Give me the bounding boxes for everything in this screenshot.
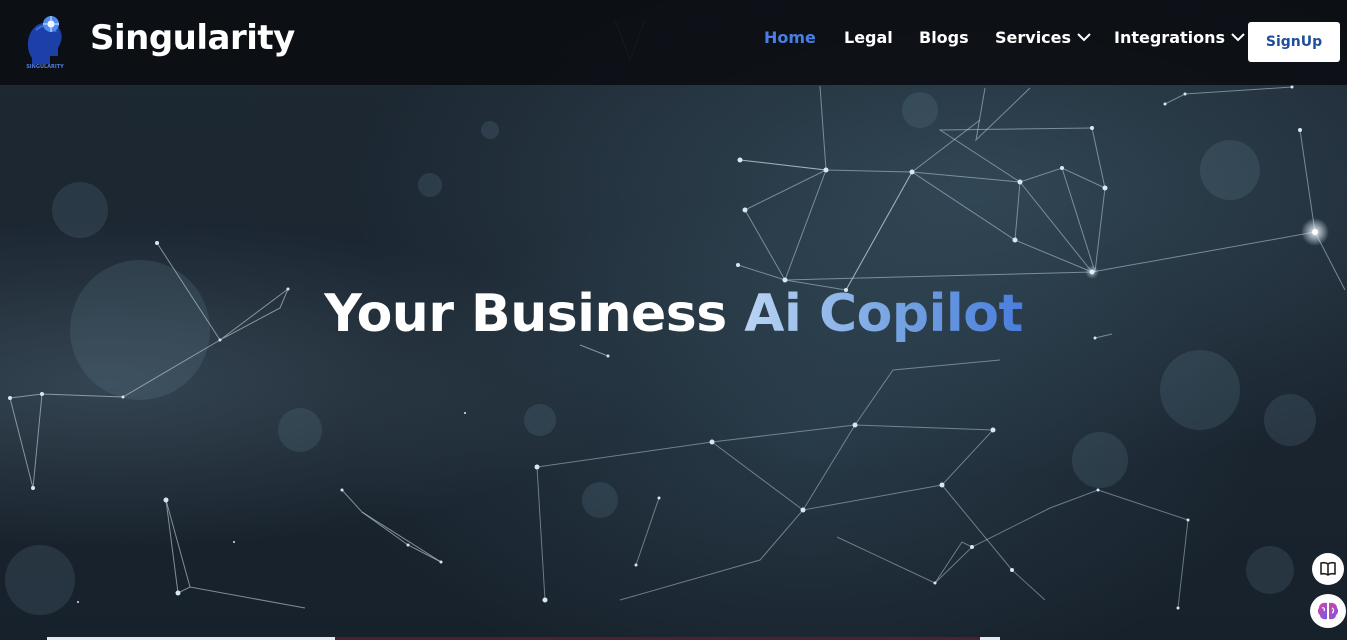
nav-item-services[interactable]: Services — [995, 26, 1091, 48]
brand-name[interactable]: Singularity — [90, 18, 295, 58]
chevron-down-icon — [1077, 33, 1091, 42]
nav-item-label: Integrations — [1114, 27, 1226, 47]
nav-item-label: Home — [764, 27, 816, 47]
ai-assistant-button[interactable] — [1310, 594, 1346, 628]
nav-item-integrations[interactable]: Integrations — [1114, 26, 1245, 48]
book-icon — [1320, 561, 1336, 576]
nav-item-home[interactable]: Home — [764, 26, 816, 48]
book-button[interactable] — [1312, 553, 1344, 585]
chevron-down-icon — [1231, 33, 1245, 42]
nav-item-legal[interactable]: Legal — [844, 26, 893, 48]
nav-item-blogs[interactable]: Blogs — [919, 26, 969, 48]
hero-headline: Your Business Ai Copilot — [0, 284, 1347, 344]
nav-item-label: Services — [995, 27, 1072, 47]
nav-item-label: Blogs — [919, 27, 969, 47]
signup-button[interactable]: SignUp — [1248, 22, 1340, 62]
brain-icon — [1317, 602, 1339, 620]
hero-headline-accent: Ai Copilot — [744, 284, 1023, 344]
nav-item-label: Legal — [844, 27, 893, 47]
top-navigation-bar: SINGULARITY Singularity Home Legal Blogs… — [0, 0, 1347, 85]
logo-caption: SINGULARITY — [26, 64, 64, 70]
hero-headline-text: Your Business — [324, 284, 745, 344]
